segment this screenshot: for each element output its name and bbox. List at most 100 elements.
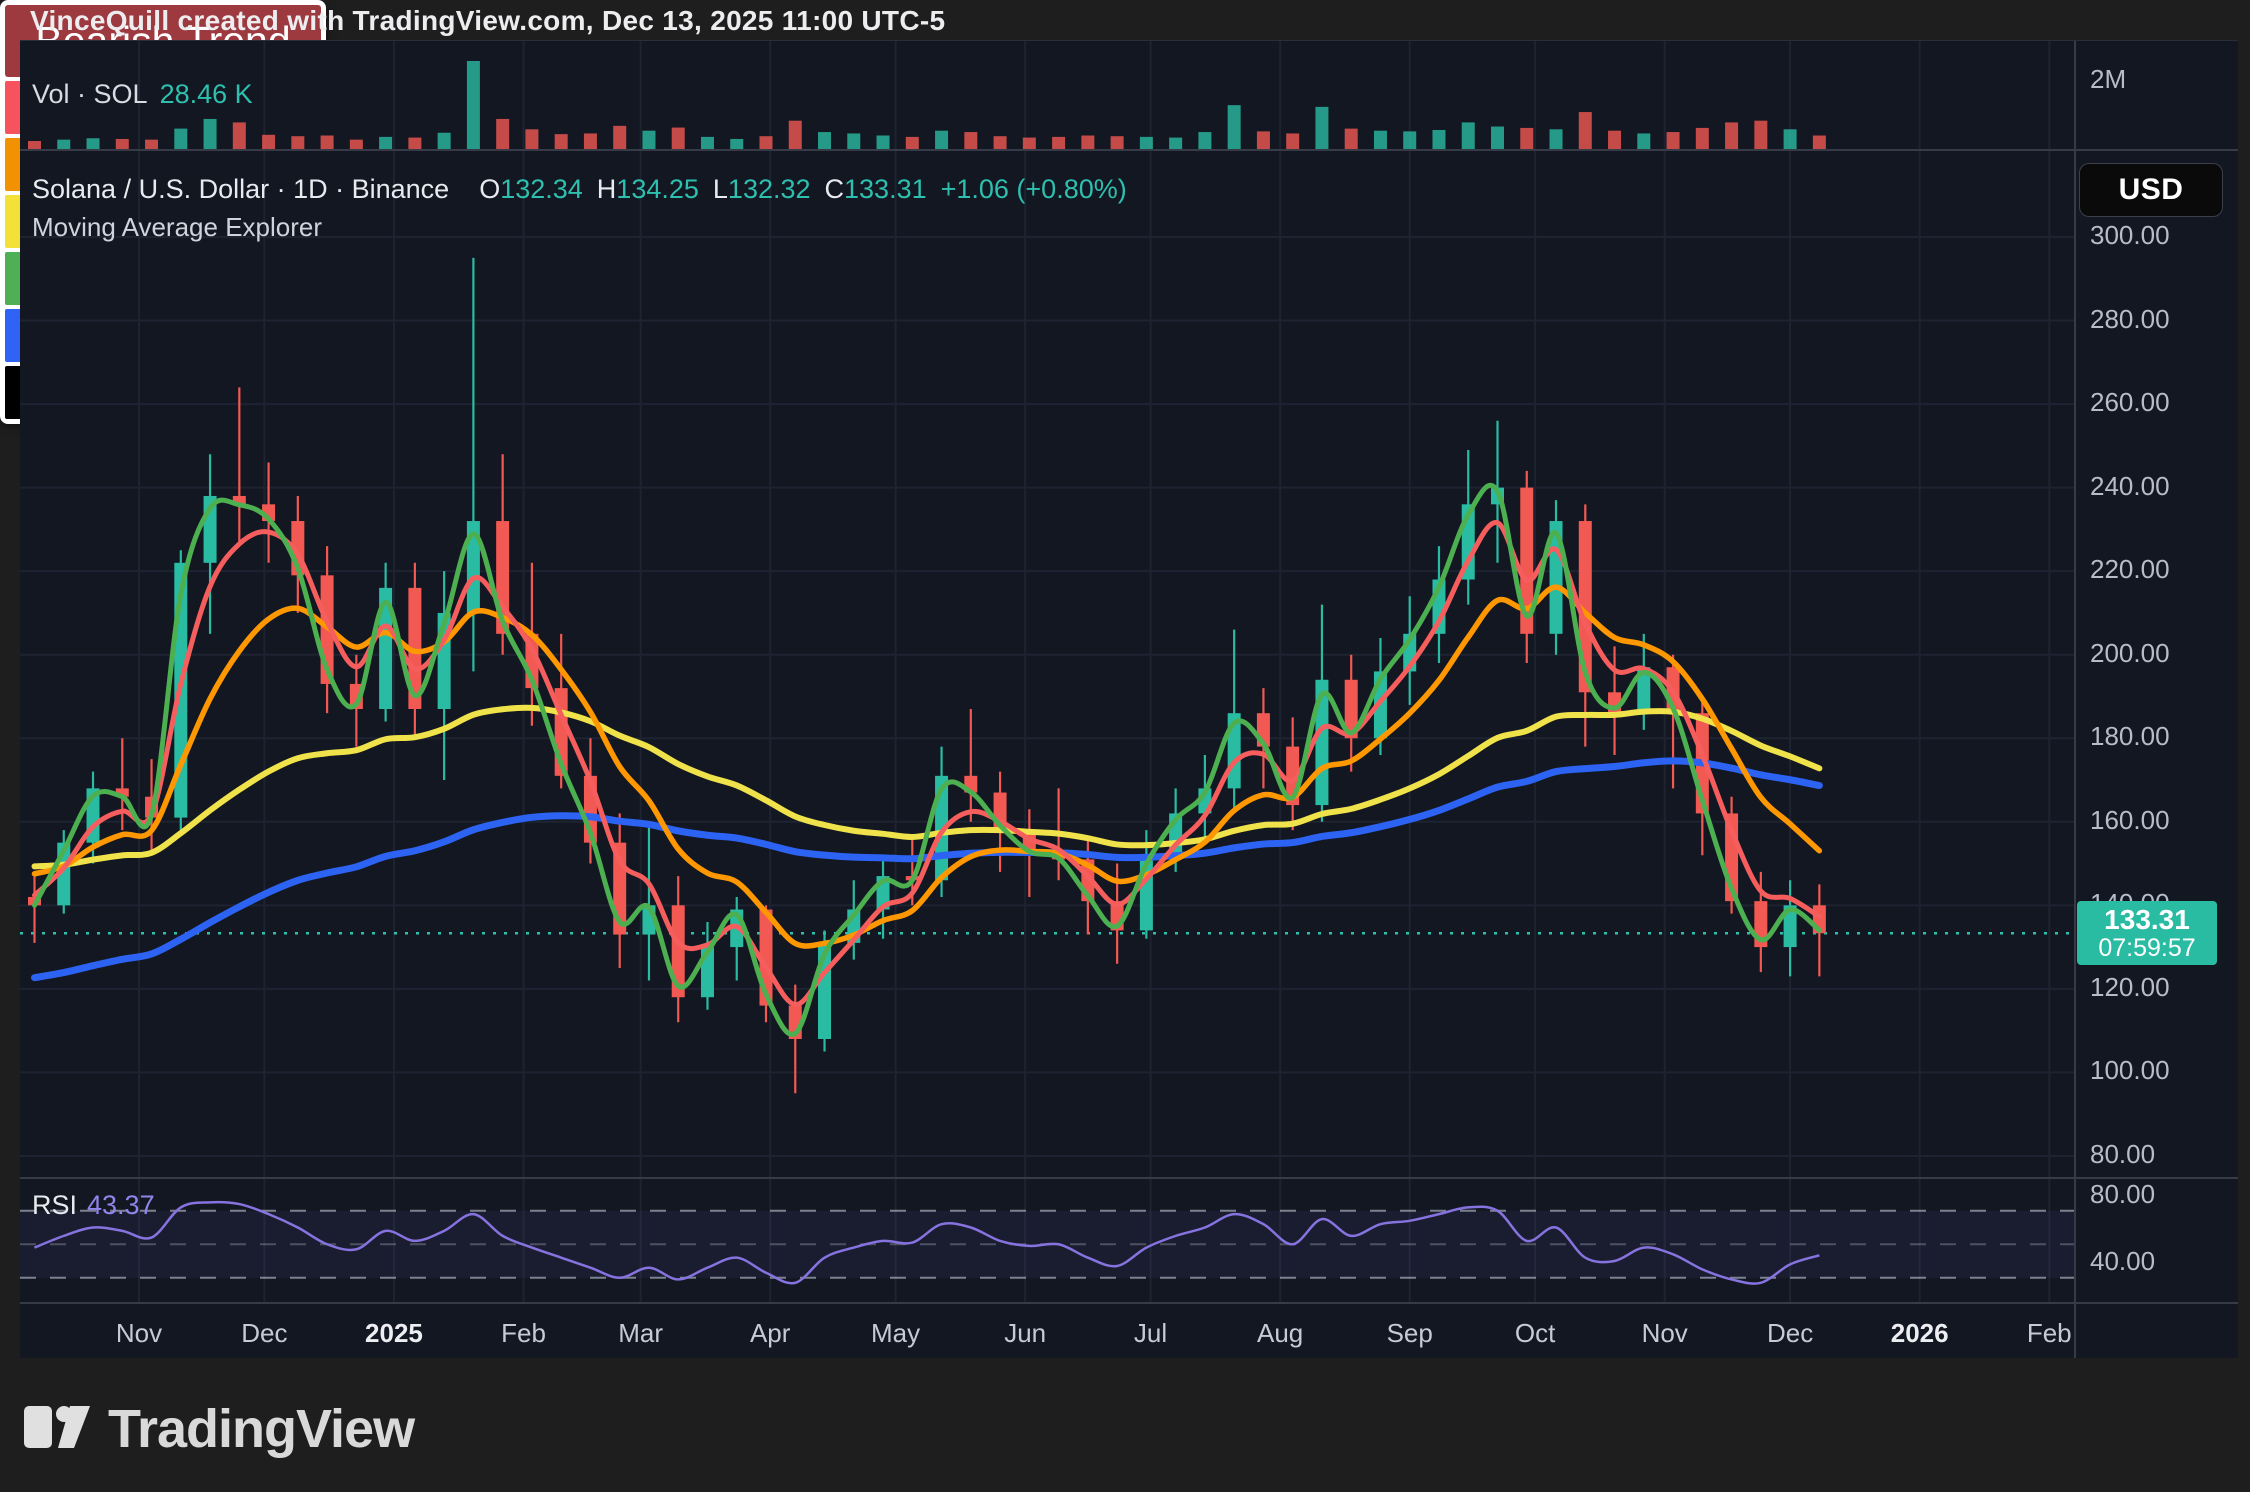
volume-bar (613, 126, 626, 150)
price-axis-label: 260.00 (2090, 387, 2170, 418)
volume-bar (525, 129, 538, 150)
volume-bar (1140, 137, 1153, 150)
volume-bar (1491, 127, 1504, 150)
time-axis-label-2025: 2025 (365, 1318, 423, 1349)
tradingview-logo-text: TradingView (108, 1398, 414, 1460)
time-axis-label-2026: 2026 (1891, 1318, 1949, 1349)
time-axis-label-jun: Jun (1004, 1318, 1046, 1349)
volume-bar (584, 133, 597, 150)
volume-bar (994, 136, 1007, 150)
time-axis-label-apr: Apr (750, 1318, 790, 1349)
rsi-value: 43.37 (87, 1190, 155, 1220)
price-axis-label: 80.00 (2090, 1139, 2155, 1170)
volume-bar (1315, 107, 1328, 150)
volume-bar (1257, 131, 1270, 150)
volume-bar (291, 136, 304, 150)
high-label: H (597, 174, 617, 204)
time-axis-label-feb: Feb (2027, 1318, 2072, 1349)
volume-bar (701, 137, 714, 150)
volume-bar (379, 137, 392, 150)
price-axis-label: 120.00 (2090, 972, 2170, 1003)
volume-bar (145, 140, 158, 150)
volume-bar (847, 133, 860, 150)
volume-bar (1754, 121, 1767, 150)
volume-bar (1081, 136, 1094, 150)
low-value: 132.32 (728, 174, 811, 204)
volume-bar (555, 134, 568, 150)
volume-bar (1052, 137, 1065, 150)
close-label: C (825, 174, 845, 204)
volume-bar (1725, 122, 1738, 150)
time-axis-label-may: May (871, 1318, 920, 1349)
time-axis-label-oct: Oct (1515, 1318, 1555, 1349)
volume-bar (1374, 131, 1387, 150)
volume-bar (1345, 129, 1358, 150)
price-axis-label: 300.00 (2090, 220, 2170, 251)
time-axis-label-dec: Dec (241, 1318, 287, 1349)
volume-bar (496, 119, 509, 150)
volume-bar (408, 138, 421, 150)
volume-bar (1637, 133, 1650, 150)
volume-bar (906, 137, 919, 150)
volume-bar (730, 139, 743, 150)
volume-bar (1696, 128, 1709, 150)
volume-bar (57, 140, 70, 150)
indicator-name: Moving Average Explorer (32, 212, 322, 243)
volume-bar (1667, 132, 1680, 150)
volume-bar (1432, 130, 1445, 150)
volume-bar (438, 133, 451, 150)
currency-toggle-button[interactable]: USD (2079, 163, 2223, 217)
volume-bar (1198, 132, 1211, 150)
volume-bar (642, 131, 655, 150)
volume-bar (1520, 128, 1533, 150)
volume-bar (818, 132, 831, 150)
open-label: O (479, 174, 500, 204)
volume-bar (87, 138, 100, 150)
open-value: 132.34 (500, 174, 583, 204)
time-axis-label-mar: Mar (618, 1318, 663, 1349)
bar-countdown: 07:59:57 (2098, 935, 2195, 961)
low-label: L (713, 174, 728, 204)
chart-title: VinceQuill created with TradingView.com,… (30, 5, 945, 37)
volume-bar (1403, 131, 1416, 150)
volume-bar (1111, 136, 1124, 150)
time-axis-label-dec: Dec (1767, 1318, 1813, 1349)
time-axis-label-nov: Nov (116, 1318, 162, 1349)
volume-bar (233, 122, 246, 150)
volume-bar (760, 136, 773, 150)
price-axis-label: 280.00 (2090, 304, 2170, 335)
price-chart-plot[interactable] (20, 41, 2238, 1358)
volume-bar (262, 135, 275, 150)
tradingview-published-chart: VinceQuill created with TradingView.com,… (0, 0, 2250, 1492)
high-value: 134.25 (616, 174, 699, 204)
volume-bar (28, 141, 41, 150)
volume-bar (1784, 129, 1797, 150)
volume-legend: Vol · SOL28.46 K (32, 79, 253, 110)
volume-bar (1550, 129, 1563, 150)
volume-bar (1608, 131, 1621, 150)
rsi-axis-label: 80.00 (2090, 1179, 2155, 1210)
volume-bar (1286, 133, 1299, 150)
volume-bar (935, 131, 948, 150)
last-price: 133.31 (2104, 905, 2190, 934)
chart-canvas[interactable] (20, 40, 2238, 1358)
volume-bar (964, 132, 977, 150)
price-axis-label: 160.00 (2090, 805, 2170, 836)
price-axis-label: 200.00 (2090, 638, 2170, 669)
rsi-label: RSI (32, 1190, 77, 1220)
volume-bar (350, 140, 363, 150)
change-value: +1.06 (+0.80%) (941, 174, 1127, 204)
price-axis-label: 180.00 (2090, 721, 2170, 752)
close-value: 133.31 (844, 174, 927, 204)
volume-bar (1228, 105, 1241, 150)
tradingview-logo: TradingView (24, 1398, 414, 1460)
volume-bar (116, 139, 129, 150)
tradingview-logo-icon (24, 1406, 90, 1452)
last-price-badge[interactable]: 133.31 07:59:57 (2077, 901, 2217, 965)
volume-axis-label: 2M (2090, 64, 2126, 95)
symbol-name: Solana / U.S. Dollar · 1D · Binance (32, 174, 449, 204)
volume-bar (467, 61, 480, 150)
time-axis-label-aug: Aug (1257, 1318, 1303, 1349)
price-axis-label: 220.00 (2090, 554, 2170, 585)
volume-bar (1462, 122, 1475, 150)
